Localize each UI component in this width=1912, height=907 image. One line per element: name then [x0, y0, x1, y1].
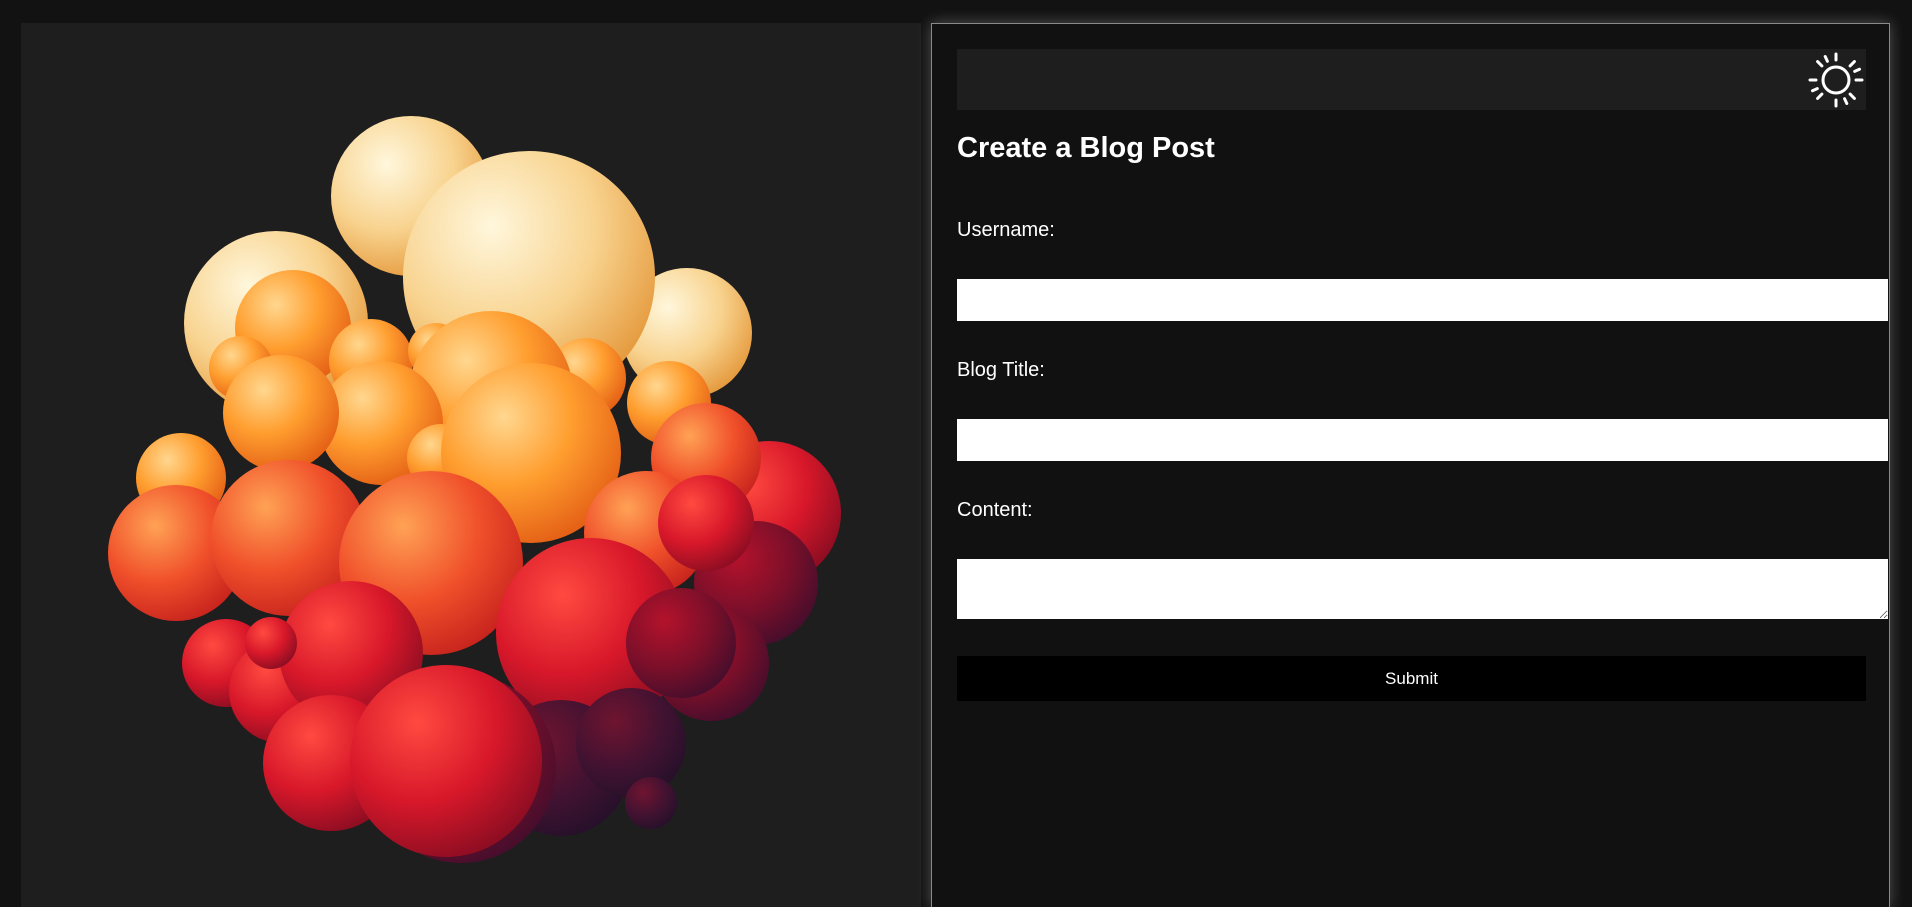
- page-title: Create a Blog Post: [957, 132, 1215, 164]
- submit-button[interactable]: Submit: [957, 656, 1866, 701]
- blog-title-input[interactable]: [957, 419, 1888, 461]
- blog-title-label: Blog Title:: [957, 359, 1045, 381]
- content-textarea[interactable]: [957, 559, 1888, 619]
- blog-form-panel: Create a Blog Post Username: Blog Title:…: [931, 23, 1890, 907]
- theme-toggle-button[interactable]: [1806, 50, 1866, 110]
- page: Create a Blog Post Username: Blog Title:…: [0, 0, 1912, 907]
- username-label: Username:: [957, 219, 1055, 241]
- content-label: Content:: [957, 499, 1033, 521]
- top-bar: [957, 49, 1866, 110]
- hero-image-panel: [21, 23, 921, 907]
- sun-icon: [1808, 52, 1864, 108]
- username-input[interactable]: [957, 279, 1888, 321]
- bubble-cloud-image: [108, 116, 841, 863]
